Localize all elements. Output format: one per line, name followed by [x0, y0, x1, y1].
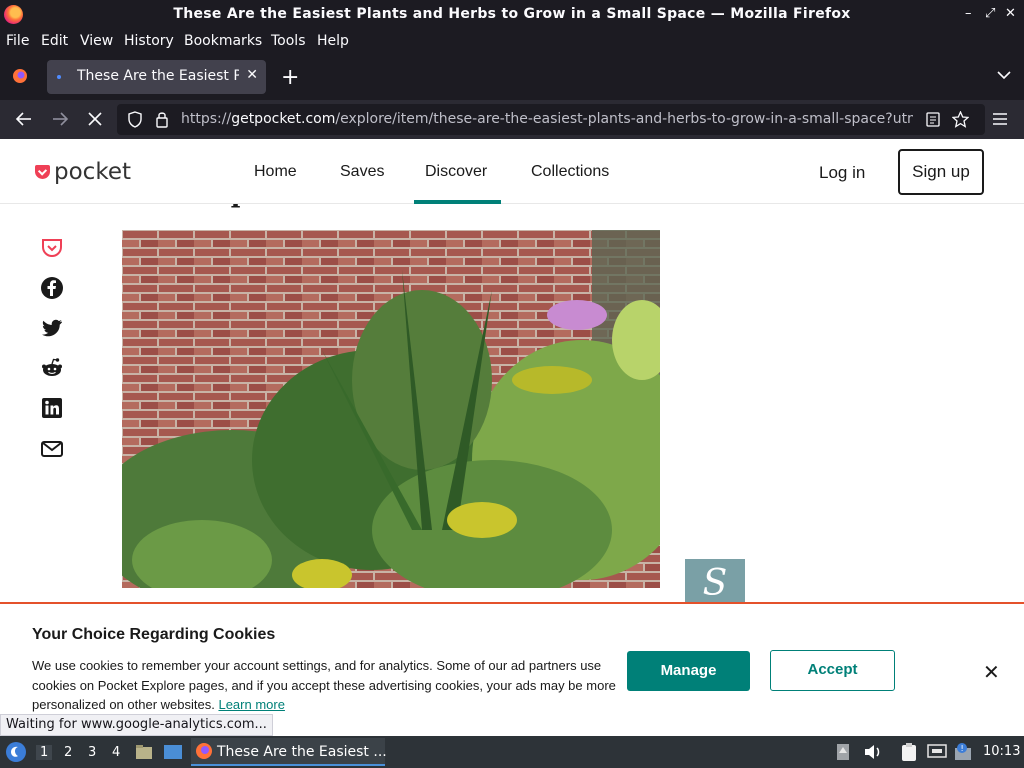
network-icon[interactable] — [927, 743, 947, 761]
article-hero-image — [122, 230, 660, 588]
nav-active-indicator — [414, 200, 501, 204]
status-bar: Waiting for www.google-analytics.com... — [0, 714, 273, 736]
facebook-icon[interactable] — [40, 276, 64, 300]
workspace-1[interactable]: 1 — [36, 745, 53, 760]
linkedin-icon[interactable] — [40, 396, 64, 420]
tracking-shield-icon[interactable] — [127, 111, 143, 128]
tab-close-icon[interactable]: ✕ — [246, 67, 258, 83]
workspace-4[interactable]: 4 — [112, 745, 120, 760]
back-arrow-icon[interactable] — [15, 111, 32, 127]
firefox-icon — [196, 743, 212, 759]
hamburger-menu-icon[interactable] — [992, 113, 1008, 125]
nav-collections[interactable]: Collections — [531, 163, 609, 181]
maximize-button[interactable]: ⤢ — [985, 6, 995, 21]
chevron-down-icon[interactable] — [997, 71, 1011, 80]
cookie-body: We use cookies to remember your account … — [32, 658, 616, 712]
tab-active[interactable]: These Are the Easiest Plants and Herbs t… — [47, 60, 266, 94]
email-icon[interactable] — [40, 437, 64, 461]
clipboard-icon[interactable] — [836, 743, 850, 761]
nav-home[interactable]: Home — [254, 163, 297, 181]
workspace-2[interactable]: 2 — [64, 745, 72, 760]
web-page: Small Space? pocket Home Saves Discover … — [0, 139, 1024, 736]
loading-dot-icon — [57, 75, 61, 79]
taskbar-firefox-task[interactable]: These Are the Easiest ... — [191, 738, 387, 766]
close-banner-icon[interactable]: ✕ — [983, 660, 1000, 684]
menu-view[interactable]: View — [80, 33, 113, 49]
tab-label: These Are the Easiest Plants and Herbs t… — [77, 68, 239, 84]
cookie-title: Your Choice Regarding Cookies — [32, 626, 276, 643]
pocket-logo[interactable]: pocket — [35, 159, 131, 185]
pocket-logo-icon — [35, 165, 50, 179]
menu-file[interactable]: File — [6, 33, 29, 49]
window-titlebar: These Are the Easiest Plants and Herbs t… — [0, 0, 1024, 29]
pocket-header: pocket Home Saves Discover Collections L… — [0, 139, 1024, 204]
volume-icon[interactable] — [864, 744, 882, 760]
login-link[interactable]: Log in — [819, 163, 865, 183]
new-tab-button[interactable]: + — [281, 65, 299, 90]
reddit-icon[interactable] — [40, 356, 64, 380]
menu-edit[interactable]: Edit — [41, 33, 68, 49]
url-text[interactable]: https://getpocket.com/explore/item/these… — [181, 111, 913, 127]
twitter-icon[interactable] — [40, 316, 64, 340]
firefox-view-icon[interactable] — [12, 68, 28, 84]
clock: 10:13 — [983, 744, 1021, 759]
window-title: These Are the Easiest Plants and Herbs t… — [173, 6, 851, 22]
nav-saves[interactable]: Saves — [340, 163, 384, 181]
stop-loading-icon[interactable] — [88, 112, 102, 126]
bookmark-star-icon[interactable] — [952, 111, 969, 128]
minimize-button[interactable]: – — [965, 6, 972, 21]
forward-arrow-icon[interactable] — [52, 111, 69, 127]
manage-cookies-button[interactable]: Manage — [627, 651, 750, 691]
menu-bookmarks[interactable]: Bookmarks — [184, 33, 262, 49]
learn-more-link[interactable]: Learn more — [218, 697, 284, 712]
nav-discover[interactable]: Discover — [425, 163, 487, 181]
menu-help[interactable]: Help — [317, 33, 349, 49]
menu-tools[interactable]: Tools — [271, 33, 306, 49]
reader-view-icon[interactable] — [926, 112, 940, 127]
signup-button[interactable]: Sign up — [898, 149, 984, 195]
start-menu-icon[interactable] — [5, 741, 27, 763]
updates-icon[interactable]: ! — [954, 742, 974, 762]
menu-history[interactable]: History — [124, 33, 174, 49]
menu-bar: File Edit View History Bookmarks Tools H… — [0, 29, 1024, 54]
pocket-logo-text: pocket — [54, 159, 131, 185]
accept-cookies-button[interactable]: Accept — [770, 650, 895, 691]
show-desktop-icon[interactable] — [163, 743, 183, 761]
taskbar-task-label: These Are the Easiest ... — [217, 744, 387, 760]
related-thumbnail[interactable]: S — [685, 559, 745, 604]
pocket-save-icon[interactable] — [40, 236, 64, 260]
system-taskbar: 1 2 3 4 These Are the Easiest ... ! 10:1… — [0, 736, 1024, 768]
close-window-button[interactable]: ✕ — [1005, 6, 1016, 21]
file-manager-icon[interactable] — [135, 743, 153, 761]
notes-icon[interactable] — [900, 742, 918, 762]
lock-icon[interactable] — [155, 110, 169, 128]
svg-text:!: ! — [961, 744, 964, 753]
workspace-3[interactable]: 3 — [88, 745, 96, 760]
url-bar[interactable]: https://getpocket.com/explore/item/these… — [117, 104, 985, 135]
